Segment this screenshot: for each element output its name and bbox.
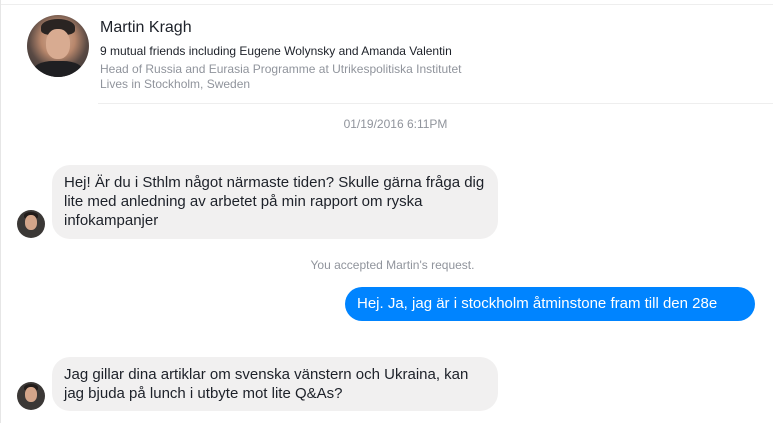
- incoming-message[interactable]: Hej! Är du i Sthlm något närmaste tiden?…: [52, 165, 498, 239]
- avatar-shirt: [33, 61, 83, 77]
- outgoing-message[interactable]: Hej. Ja, jag är i stockholm åtminstone f…: [345, 287, 755, 321]
- profile-location: Lives in Stockholm, Sweden: [100, 77, 251, 91]
- message-timestamp: 01/19/2016 6:11PM: [343, 117, 448, 131]
- profile-avatar[interactable]: [27, 15, 89, 77]
- sender-avatar[interactable]: [17, 210, 45, 238]
- profile-divider: [98, 103, 773, 104]
- profile-header: Martin Kragh 9 mutual friends including …: [0, 0, 773, 104]
- request-accepted-note: You accepted Martin's request.: [310, 258, 475, 272]
- avatar-face: [25, 387, 37, 402]
- avatar-face: [25, 215, 37, 230]
- profile-name[interactable]: Martin Kragh: [100, 19, 192, 37]
- avatar-face: [46, 29, 70, 59]
- sender-avatar[interactable]: [17, 382, 45, 410]
- incoming-message[interactable]: Jag gillar dina artiklar om svenska väns…: [52, 357, 498, 411]
- profile-work: Head of Russia and Eurasia Programme at …: [100, 62, 462, 76]
- mutual-friends[interactable]: 9 mutual friends including Eugene Wolyns…: [100, 44, 452, 58]
